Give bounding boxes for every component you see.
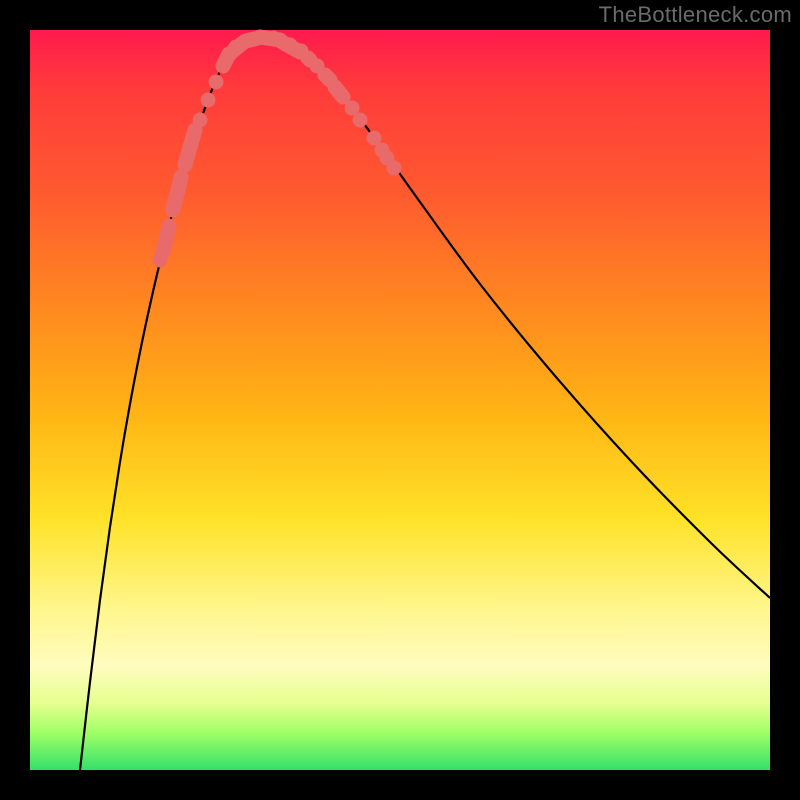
marker-dot bbox=[266, 31, 281, 46]
marker-dot bbox=[193, 113, 208, 128]
marker-dot bbox=[243, 33, 258, 48]
marker-dot bbox=[303, 53, 318, 68]
chart-plot-area bbox=[30, 30, 770, 770]
marker-dot bbox=[171, 183, 186, 198]
marker-dots-group bbox=[153, 31, 402, 268]
marker-dot bbox=[201, 93, 216, 108]
marker-dot bbox=[209, 75, 224, 90]
marker-pill bbox=[325, 75, 330, 80]
marker-pill bbox=[335, 87, 343, 97]
chart-frame: TheBottleneck.com bbox=[0, 0, 800, 800]
curve-svg bbox=[30, 30, 770, 770]
marker-dot bbox=[387, 161, 402, 176]
marker-dot bbox=[153, 253, 168, 268]
watermark-text: TheBottleneck.com bbox=[599, 2, 792, 28]
marker-dot bbox=[183, 139, 198, 154]
marker-dot bbox=[160, 229, 175, 244]
marker-dot bbox=[353, 113, 368, 128]
marker-dot bbox=[223, 47, 238, 62]
